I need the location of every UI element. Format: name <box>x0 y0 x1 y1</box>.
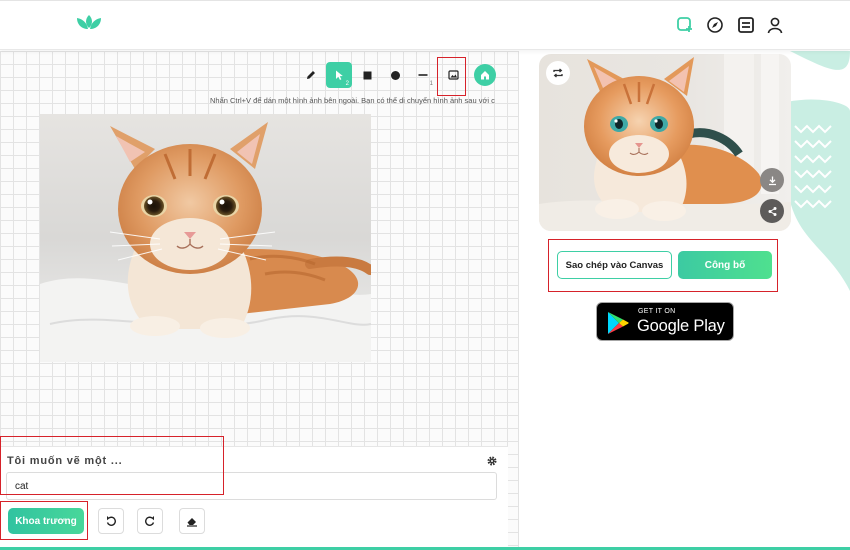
google-play-small-text: GET IT ON <box>638 308 676 315</box>
redo-button[interactable] <box>137 508 163 534</box>
undo-icon <box>106 516 116 526</box>
user-icon[interactable] <box>765 15 785 35</box>
eraser-button[interactable] <box>179 508 205 534</box>
select-tool[interactable]: 2 <box>326 62 352 88</box>
logo-icon[interactable] <box>74 12 104 34</box>
pencil-tool[interactable] <box>298 62 324 88</box>
google-play-icon <box>608 312 629 334</box>
google-play-text: Google Play <box>637 317 725 335</box>
select-icon <box>336 70 343 80</box>
home-tool[interactable] <box>474 64 496 86</box>
select-badge: 2 <box>345 81 349 87</box>
top-header <box>0 0 850 50</box>
pencil-icon <box>307 71 315 79</box>
rectangle-icon <box>363 71 371 79</box>
circle-tool[interactable] <box>382 62 408 88</box>
circle-icon <box>390 70 400 80</box>
line-tool[interactable]: 1 <box>410 62 436 88</box>
google-play-badge[interactable]: GET IT ON Google Play <box>596 302 734 341</box>
canvas-cat-image[interactable] <box>40 114 371 362</box>
gallery-icon[interactable] <box>736 15 756 35</box>
new-canvas-icon[interactable] <box>675 15 695 35</box>
redo-icon <box>145 516 155 526</box>
drawing-toolbar: 2 1 <box>298 62 498 88</box>
paste-hint: Nhấn Ctrl+V để dán một hình ảnh bên ngoà… <box>210 96 495 105</box>
image-icon <box>447 70 459 80</box>
generated-preview-image[interactable] <box>539 54 791 231</box>
line-badge: 1 <box>429 81 433 87</box>
copy-to-canvas-button[interactable]: Sao chép vào Canvas <box>557 251 672 279</box>
prompt-input[interactable] <box>6 472 497 500</box>
gear-icon[interactable] <box>486 454 498 466</box>
regenerate-icon[interactable] <box>546 61 570 85</box>
undo-button[interactable] <box>98 508 124 534</box>
rectangle-tool[interactable] <box>354 62 380 88</box>
generate-button[interactable]: Khoa trương <box>8 508 84 534</box>
download-icon[interactable] <box>760 168 784 192</box>
explore-icon[interactable] <box>705 15 725 35</box>
image-tool[interactable] <box>440 62 466 88</box>
prompt-label: Tôi muốn vẽ một ... <box>7 455 123 467</box>
home-icon <box>481 71 489 80</box>
publish-button[interactable]: Công bố <box>678 251 772 279</box>
line-icon <box>418 74 428 76</box>
share-icon[interactable] <box>760 199 784 223</box>
prompt-panel: Tôi muốn vẽ một ... Khoa trương <box>0 446 508 550</box>
eraser-icon <box>187 518 197 527</box>
